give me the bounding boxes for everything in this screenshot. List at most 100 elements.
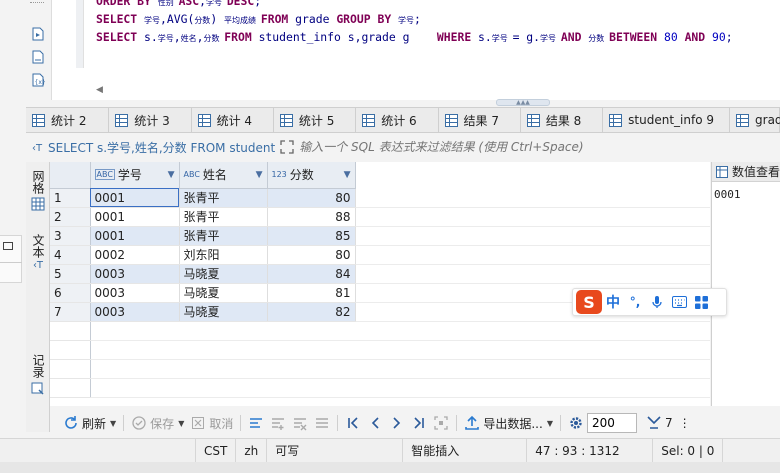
result-tab[interactable]: 统计 2 bbox=[26, 108, 110, 132]
settings-button[interactable] bbox=[565, 412, 587, 434]
row-number[interactable]: 1 bbox=[50, 188, 91, 208]
refresh-button[interactable]: 刷新 ▼ bbox=[60, 412, 119, 434]
panel-sash[interactable]: ▲▲▲ bbox=[496, 99, 550, 106]
sql-query-icon[interactable]: ‹T bbox=[30, 138, 48, 156]
editor-horizontal-scrollbar[interactable]: ◀ bbox=[96, 84, 780, 98]
window-icon[interactable] bbox=[3, 242, 13, 250]
expand-filter-icon[interactable] bbox=[279, 139, 295, 155]
row-number[interactable]: 5 bbox=[50, 264, 91, 284]
previous-page-button[interactable] bbox=[364, 412, 386, 434]
code-line[interactable]: SELECT 学号,AVG(分数) 平均成绩 FROM grade GROUP … bbox=[96, 11, 733, 29]
column-header-name[interactable]: ABC 姓名 ▼ bbox=[179, 162, 268, 189]
cell-score[interactable]: 82 bbox=[267, 302, 356, 322]
cell-score[interactable]: 80 bbox=[267, 188, 356, 208]
result-tab[interactable]: 统计 5 bbox=[274, 108, 357, 132]
column-header-score[interactable]: 123 分数 ▼ bbox=[267, 162, 356, 189]
cell-id[interactable]: 0003 bbox=[90, 283, 180, 303]
ime-menu-icon[interactable] bbox=[690, 290, 712, 314]
refresh-dropdown-icon[interactable]: ▼ bbox=[110, 419, 116, 428]
export-dropdown-icon[interactable]: ▼ bbox=[547, 419, 553, 428]
filter-input[interactable] bbox=[299, 140, 780, 154]
delete-row-button[interactable] bbox=[311, 412, 333, 434]
microphone-icon[interactable] bbox=[646, 290, 668, 314]
cell-name[interactable]: 马晓夏 bbox=[179, 283, 268, 303]
execute-script-icon[interactable] bbox=[30, 26, 46, 42]
table-row[interactable]: 3 0001 张青平 85 bbox=[50, 226, 710, 246]
save-button[interactable]: 保存 ▼ bbox=[128, 412, 187, 434]
cell-name[interactable]: 张青平 bbox=[179, 188, 268, 208]
table-row[interactable]: 5 0003 马晓夏 84 bbox=[50, 264, 710, 284]
cell-id[interactable]: 0003 bbox=[90, 264, 180, 284]
value-viewer-content[interactable]: 0001 bbox=[712, 182, 780, 207]
sql-code[interactable]: ORDER BY 性别 ASC,学号 DESC; SELECT 学号,AVG(分数… bbox=[96, 0, 733, 47]
cell-id[interactable]: 0002 bbox=[90, 245, 180, 265]
cell-score[interactable]: 88 bbox=[267, 207, 356, 227]
fetch-size-input[interactable] bbox=[586, 413, 637, 433]
code-line[interactable]: SELECT s.学号,姓名,分数 FROM student_info s,gr… bbox=[96, 29, 733, 47]
grid-view-button[interactable]: 网格 bbox=[28, 170, 48, 211]
code-line[interactable]: ORDER BY 性别 ASC,学号 DESC; bbox=[96, 0, 733, 11]
row-count-button[interactable]: 7 bbox=[643, 412, 676, 434]
cell-id[interactable]: 0001 bbox=[90, 226, 180, 246]
save-dropdown-icon[interactable]: ▼ bbox=[178, 419, 184, 428]
first-page-button[interactable] bbox=[342, 412, 364, 434]
add-row-button[interactable] bbox=[267, 412, 289, 434]
keyboard-icon[interactable] bbox=[668, 290, 690, 314]
results-grid[interactable]: ABC 学号 ▼ ABC 姓名 ▼ 123 分数 ▼ 1 0001 张青平 80 2 0001 张青平 8… bbox=[50, 162, 710, 406]
ime-mode-button[interactable]: 中 bbox=[602, 290, 624, 314]
result-tab[interactable]: 结果 8 bbox=[521, 108, 604, 132]
cancel-button[interactable]: 取消 bbox=[187, 412, 236, 434]
row-number[interactable]: 6 bbox=[50, 283, 91, 303]
more-options-icon[interactable]: ⋮ bbox=[676, 412, 694, 434]
ime-punctuation-button[interactable]: °, bbox=[624, 290, 646, 314]
cell-score[interactable]: 81 bbox=[267, 283, 356, 303]
more-icon[interactable] bbox=[30, 2, 44, 4]
cell-score[interactable]: 85 bbox=[267, 226, 356, 246]
value-viewer-header[interactable]: 数值查看 bbox=[712, 162, 780, 182]
result-tab[interactable]: grad bbox=[730, 108, 780, 132]
cell-id[interactable]: 0001 bbox=[90, 188, 180, 208]
new-script-icon[interactable] bbox=[30, 49, 46, 65]
result-tab[interactable]: 统计 3 bbox=[109, 108, 192, 132]
table-row[interactable]: 2 0001 张青平 88 bbox=[50, 207, 710, 227]
fetch-all-button[interactable] bbox=[430, 412, 452, 434]
explain-plan-icon[interactable]: {x} bbox=[30, 72, 46, 88]
result-tab[interactable]: student_info 9 bbox=[603, 108, 731, 132]
next-page-button[interactable] bbox=[386, 412, 408, 434]
row-number-header[interactable] bbox=[50, 162, 91, 189]
insert-mode-status[interactable]: 智能插入 bbox=[403, 438, 528, 463]
copy-row-button[interactable] bbox=[289, 412, 311, 434]
side-panel-stub[interactable] bbox=[0, 235, 22, 283]
cell-name[interactable]: 刘东阳 bbox=[179, 245, 268, 265]
cell-name[interactable]: 马晓夏 bbox=[179, 302, 268, 322]
cell-score[interactable]: 84 bbox=[267, 264, 356, 284]
table-row[interactable]: 1 0001 张青平 80 bbox=[50, 188, 710, 208]
sort-filter-icon[interactable]: ▼ bbox=[256, 170, 263, 180]
last-page-button[interactable] bbox=[408, 412, 430, 434]
row-number[interactable]: 3 bbox=[50, 226, 91, 246]
record-view-button[interactable]: 记录 bbox=[28, 354, 48, 395]
ime-logo[interactable]: S bbox=[576, 290, 602, 314]
sort-filter-icon[interactable]: ▼ bbox=[344, 170, 351, 180]
cell-name[interactable]: 张青平 bbox=[179, 207, 268, 227]
cell-id[interactable]: 0001 bbox=[90, 207, 180, 227]
row-number[interactable]: 2 bbox=[50, 207, 91, 227]
row-number[interactable]: 4 bbox=[50, 245, 91, 265]
cell-name[interactable]: 张青平 bbox=[179, 226, 268, 246]
active-query-text[interactable]: SELECT s.学号,姓名,分数 FROM student bbox=[48, 139, 275, 156]
cell-id[interactable]: 0003 bbox=[90, 302, 180, 322]
column-header-id[interactable]: ABC 学号 ▼ bbox=[90, 162, 180, 189]
edit-rows-button[interactable] bbox=[245, 412, 267, 434]
sort-filter-icon[interactable]: ▼ bbox=[168, 170, 175, 180]
result-tab[interactable]: 结果 7 bbox=[439, 108, 521, 132]
result-tab[interactable]: 统计 4 bbox=[192, 108, 274, 132]
text-view-button[interactable]: 文本 ‹T bbox=[28, 234, 48, 271]
result-tab[interactable]: 统计 6 bbox=[356, 108, 439, 132]
scroll-left-icon[interactable]: ◀ bbox=[96, 85, 103, 95]
row-number[interactable]: 7 bbox=[50, 302, 91, 322]
cell-score[interactable]: 80 bbox=[267, 245, 356, 265]
cell-name[interactable]: 马晓夏 bbox=[179, 264, 268, 284]
sql-editor[interactable]: {x} ORDER BY 性别 ASC,学号 DESC; SELECT 学号,AV… bbox=[0, 0, 780, 100]
export-data-button[interactable]: 导出数据... ▼ bbox=[461, 412, 556, 434]
table-row[interactable]: 4 0002 刘东阳 80 bbox=[50, 245, 710, 265]
